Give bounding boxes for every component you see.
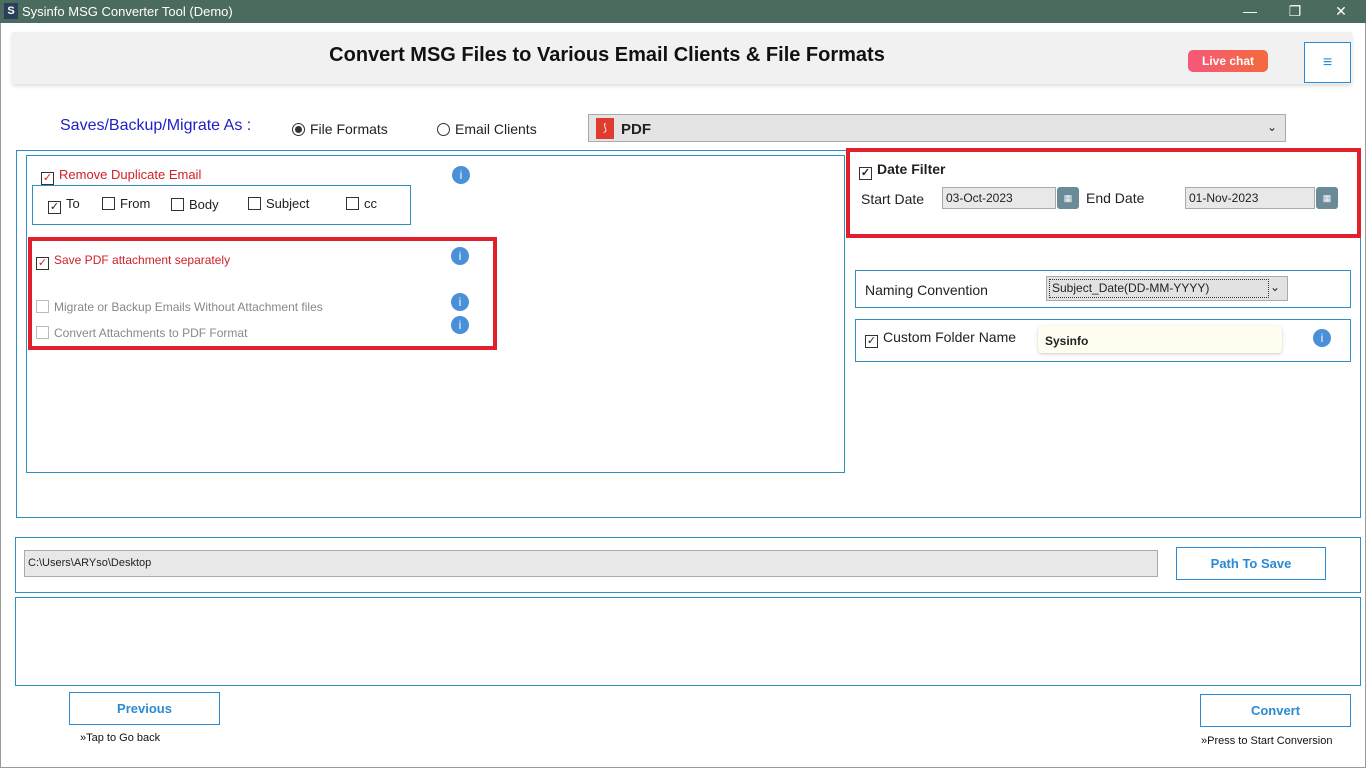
- migrate-without-attachment-checkbox[interactable]: Migrate or Backup Emails Without Attachm…: [36, 300, 323, 314]
- checkbox-label: Migrate or Backup Emails Without Attachm…: [54, 300, 323, 314]
- dup-cc-checkbox[interactable]: cc: [346, 196, 377, 211]
- format-dropdown[interactable]: ⟆ PDF ⌄: [588, 114, 1286, 142]
- convert-attachments-checkbox[interactable]: Convert Attachments to PDF Format: [36, 326, 247, 340]
- info-icon[interactable]: i: [451, 247, 469, 265]
- page-title: Convert MSG Files to Various Email Clien…: [329, 44, 885, 66]
- checkbox-checked-icon: ✓: [41, 172, 54, 185]
- radio-label: Email Clients: [455, 121, 537, 137]
- checkbox-checked-icon: ✓: [36, 257, 49, 270]
- dup-to-checkbox[interactable]: ✓ To: [48, 196, 80, 214]
- log-panel: [15, 597, 1361, 686]
- checkbox-icon: [346, 197, 359, 210]
- checkbox-icon: [36, 300, 49, 313]
- checkbox-label: Date Filter: [877, 161, 946, 177]
- radio-label: File Formats: [310, 121, 388, 137]
- live-chat-button[interactable]: Live chat: [1188, 50, 1268, 72]
- dup-body-checkbox[interactable]: Body: [171, 197, 219, 212]
- info-icon[interactable]: i: [452, 166, 470, 184]
- checkbox-label: Body: [189, 197, 219, 212]
- calendar-icon[interactable]: ▦: [1316, 187, 1338, 209]
- end-date-label: End Date: [1086, 190, 1145, 206]
- save-pdf-attachment-checkbox[interactable]: ✓ Save PDF attachment separately: [36, 253, 230, 270]
- checkbox-icon: [171, 198, 184, 211]
- checkbox-icon: [102, 197, 115, 210]
- close-button[interactable]: ✕: [1326, 1, 1356, 21]
- info-icon[interactable]: i: [451, 293, 469, 311]
- previous-hint: »Tap to Go back: [80, 732, 161, 744]
- end-date-input[interactable]: 01-Nov-2023: [1185, 187, 1315, 209]
- radio-email-clients[interactable]: Email Clients: [437, 121, 537, 137]
- date-filter-checkbox[interactable]: ✓ Date Filter: [859, 161, 945, 180]
- start-date-input[interactable]: 03-Oct-2023: [942, 187, 1056, 209]
- checkbox-label: cc: [364, 196, 377, 211]
- custom-folder-input[interactable]: Sysinfo: [1038, 326, 1282, 353]
- remove-duplicate-checkbox[interactable]: ✓ Remove Duplicate Email: [41, 167, 201, 185]
- app-logo-icon: S: [4, 3, 18, 19]
- save-path-input[interactable]: C:\Users\ARYso\Desktop: [24, 550, 1158, 577]
- path-to-save-button[interactable]: Path To Save: [1176, 547, 1326, 580]
- menu-button[interactable]: ≡: [1304, 42, 1351, 83]
- calendar-icon[interactable]: ▦: [1057, 187, 1079, 209]
- checkbox-label: Remove Duplicate Email: [59, 167, 202, 182]
- checkbox-icon: [36, 326, 49, 339]
- window-title: Sysinfo MSG Converter Tool (Demo): [22, 4, 233, 19]
- radio-icon: [437, 123, 450, 136]
- checkbox-label: Subject: [266, 196, 310, 211]
- chevron-down-icon: ⌄: [1269, 280, 1280, 294]
- chevron-down-icon: ⌄: [1266, 120, 1277, 134]
- radio-icon: [292, 123, 305, 136]
- naming-convention-value: Subject_Date(DD-MM-YYYY): [1049, 279, 1269, 298]
- start-date-label: Start Date: [861, 191, 925, 207]
- dup-subject-checkbox[interactable]: Subject: [248, 196, 309, 211]
- minimize-button[interactable]: —: [1235, 1, 1265, 21]
- save-as-label: Saves/Backup/Migrate As :: [60, 117, 252, 134]
- info-icon[interactable]: i: [451, 316, 469, 334]
- naming-convention-label: Naming Convention: [865, 282, 988, 298]
- convert-button[interactable]: Convert: [1200, 694, 1351, 727]
- info-icon[interactable]: i: [1313, 329, 1331, 347]
- custom-folder-checkbox[interactable]: ✓ Custom Folder Name: [865, 329, 1016, 348]
- checkbox-checked-icon: ✓: [865, 335, 878, 348]
- restore-button[interactable]: ❐: [1280, 1, 1310, 21]
- checkbox-checked-icon: ✓: [859, 167, 872, 180]
- naming-convention-dropdown[interactable]: Subject_Date(DD-MM-YYYY) ⌄: [1046, 276, 1288, 301]
- checkbox-label: To: [66, 196, 80, 211]
- format-value: PDF: [621, 121, 651, 138]
- title-bar: S Sysinfo MSG Converter Tool (Demo) — ❐ …: [0, 0, 1366, 23]
- pdf-icon: ⟆: [596, 118, 614, 139]
- dup-from-checkbox[interactable]: From: [102, 196, 150, 211]
- convert-hint: »Press to Start Conversion: [1201, 735, 1333, 747]
- checkbox-label: Convert Attachments to PDF Format: [54, 326, 248, 340]
- checkbox-icon: [248, 197, 261, 210]
- radio-file-formats[interactable]: File Formats: [292, 121, 388, 137]
- checkbox-label: From: [120, 196, 151, 211]
- header-banner: Convert MSG Files to Various Email Clien…: [12, 32, 1352, 84]
- checkbox-label: Custom Folder Name: [883, 329, 1017, 345]
- previous-button[interactable]: Previous: [69, 692, 220, 725]
- checkbox-checked-icon: ✓: [48, 201, 61, 214]
- checkbox-label: Save PDF attachment separately: [54, 253, 231, 267]
